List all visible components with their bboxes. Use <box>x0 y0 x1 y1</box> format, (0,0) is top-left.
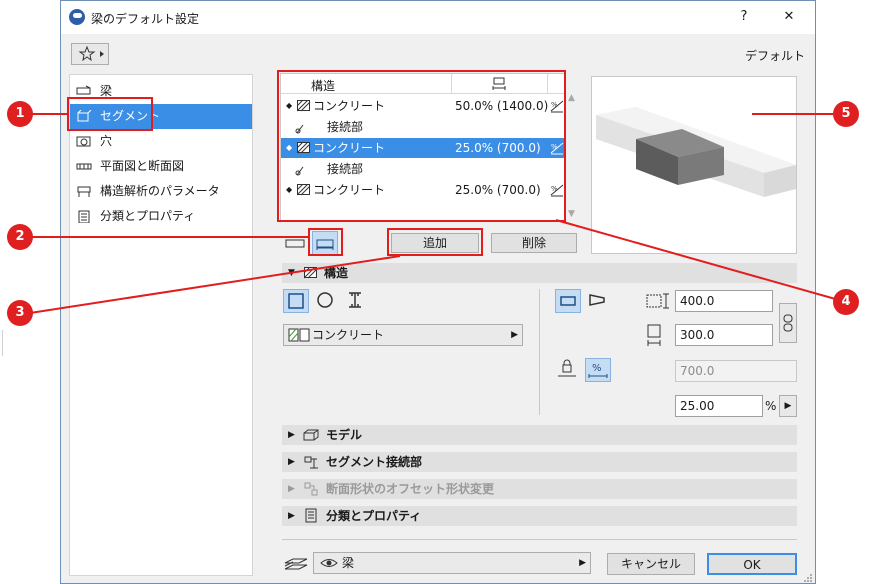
callout-1: 1 <box>7 101 33 127</box>
callout-4: 4 <box>833 289 859 315</box>
leader-line-3 <box>29 255 401 314</box>
callout-3: 3 <box>7 300 33 326</box>
leader-line-4 <box>555 219 847 303</box>
callout-leader-lines <box>29 113 847 314</box>
callout-2: 2 <box>7 224 33 250</box>
callout-5: 5 <box>833 101 859 127</box>
